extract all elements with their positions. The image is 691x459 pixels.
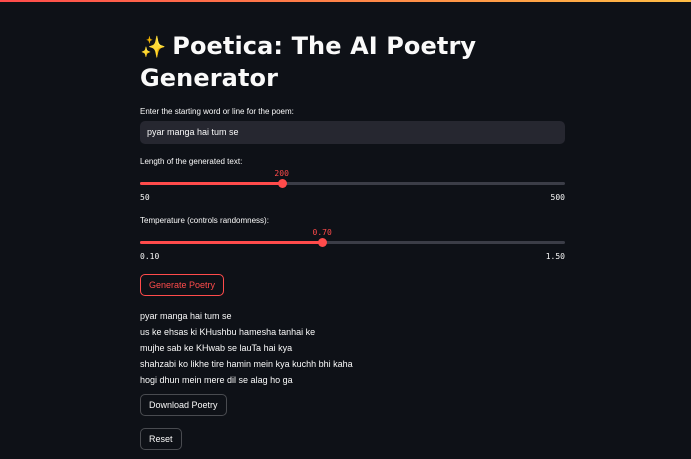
poem-line: pyar manga hai tum se (140, 311, 232, 321)
temperature-slider-min: 0.10 (140, 252, 160, 261)
poem-line: shahzabi ko likhe tire hamin mein kya ku… (140, 359, 353, 369)
length-slider-thumb[interactable] (277, 179, 287, 188)
temperature-slider-track[interactable] (140, 238, 565, 247)
reset-button[interactable]: Reset (140, 428, 182, 450)
temperature-slider-max: 1.50 (545, 252, 565, 261)
page-title-text: Poetica: The AI Poetry Generator (140, 32, 477, 92)
temperature-slider-fill (140, 241, 323, 244)
prompt-input-label: Enter the starting word or line for the … (140, 107, 294, 116)
header-decoration-bar (0, 0, 691, 2)
generate-poetry-button[interactable]: Generate Poetry (140, 274, 225, 296)
length-slider-min: 50 (140, 193, 150, 202)
length-slider-label: Length of the generated text: (140, 157, 243, 166)
poem-line: us ke ehsas ki KHushbu hamesha tanhai ke (140, 327, 316, 337)
page-title: ✨ Poetica: The AI Poetry Generator (140, 31, 565, 94)
length-slider-max: 500 (550, 193, 565, 202)
length-slider-value: 200 (274, 169, 289, 178)
sparkles-icon: ✨ (140, 35, 167, 59)
temperature-slider-thumb[interactable] (318, 238, 328, 247)
download-poetry-button[interactable]: Download Poetry (140, 394, 227, 416)
poem-line: hogi dhun mein mere dil se alag ho ga (140, 375, 293, 385)
prompt-input[interactable]: pyar manga hai tum se (140, 121, 565, 144)
length-slider-track[interactable] (140, 179, 565, 188)
temperature-slider-value: 0.70 (312, 228, 332, 237)
poem-line: mujhe sab ke KHwab se lauTa hai kya (140, 343, 293, 353)
length-slider-fill (140, 182, 282, 185)
poem-output: pyar manga hai tum se us ke ehsas ki KHu… (140, 308, 565, 388)
temperature-slider-label: Temperature (controls randomness): (140, 216, 269, 225)
